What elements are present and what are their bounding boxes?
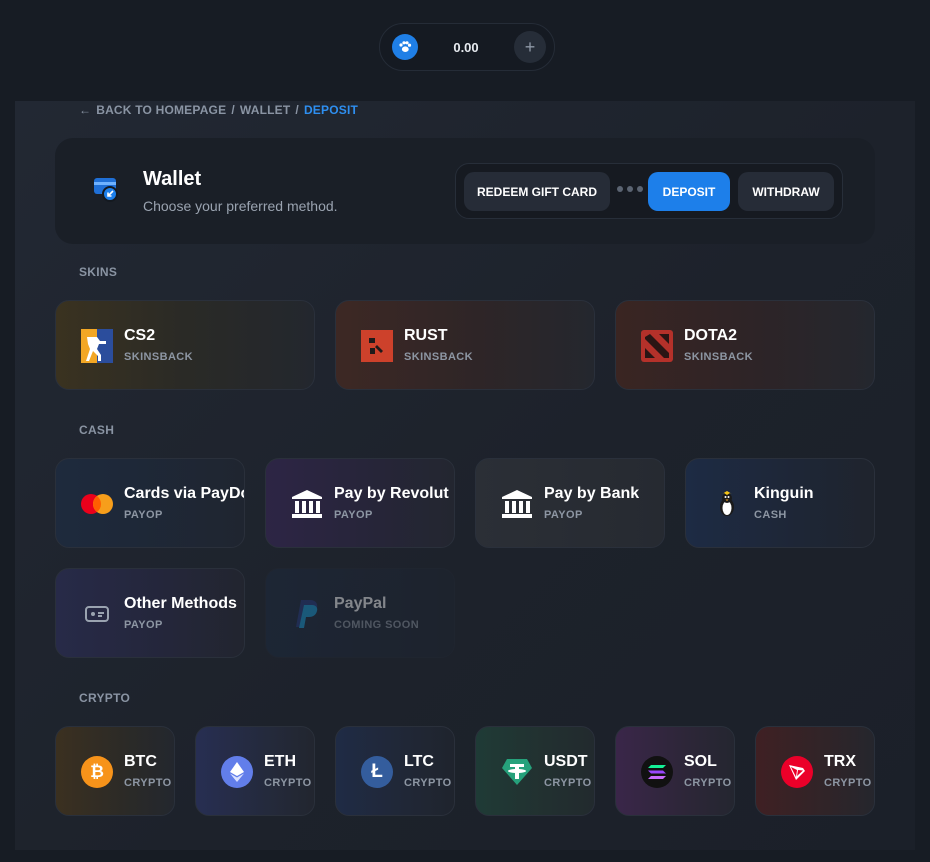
method-card-cs2[interactable]: CS2 SKINSBACK (55, 300, 315, 390)
wallet-subtitle: Choose your preferred method. (143, 198, 338, 214)
method-card-pay-by-revolut[interactable]: Pay by Revolut PAYOP (265, 458, 455, 548)
method-name: DOTA2 (684, 327, 738, 344)
litecoin-icon: Ł (360, 755, 394, 789)
bank-icon (500, 487, 534, 521)
breadcrumb: ← BACK TO HOMEPAGE / WALLET / DEPOSIT (79, 103, 358, 117)
method-card-usdt[interactable]: USDT CRYPTO (475, 726, 595, 816)
method-provider: PAYOP (124, 619, 163, 631)
breadcrumb-current: DEPOSIT (303, 103, 359, 117)
method-card-btc[interactable]: ₿ BTC CRYPTO (55, 726, 175, 816)
bitcoin-icon: ₿ (80, 755, 114, 789)
method-provider: CRYPTO (404, 777, 452, 789)
method-name: ETH (264, 753, 296, 770)
method-provider: CRYPTO (684, 777, 732, 789)
method-provider: CRYPTO (124, 777, 172, 789)
method-provider: SKINSBACK (684, 351, 753, 363)
card-terminal-icon (80, 597, 114, 631)
method-card-pay-by-bank[interactable]: Pay by Bank PAYOP (475, 458, 665, 548)
tab-withdraw[interactable]: WITHDRAW (738, 172, 834, 211)
method-name: SOL (684, 753, 717, 770)
wallet-icon (86, 172, 126, 208)
method-name: Other Methods (124, 595, 237, 612)
bank-icon (290, 487, 324, 521)
balance-pill: 0.00 + (379, 23, 555, 71)
method-card-sol[interactable]: SOL CRYPTO (615, 726, 735, 816)
balance-amount: 0.00 (453, 39, 479, 55)
method-card-ltc[interactable]: Ł LTC CRYPTO (335, 726, 455, 816)
method-card-rust[interactable]: RUST SKINSBACK (335, 300, 595, 390)
breadcrumb-separator: / (295, 103, 299, 117)
section-label-skins: SKINS (79, 265, 118, 279)
cs2-logo-icon (80, 329, 114, 363)
method-name: Kinguin (754, 485, 814, 502)
kinguin-penguin-icon (710, 487, 744, 521)
method-provider: CRYPTO (544, 777, 592, 789)
section-label-crypto: CRYPTO (79, 691, 131, 705)
more-dots-icon (617, 186, 643, 192)
method-card-trx[interactable]: TRX CRYPTO (755, 726, 875, 816)
method-name: Pay by Revolut (334, 485, 449, 502)
method-name: Cards via PayDo (124, 485, 245, 502)
wallet-title: Wallet (143, 168, 202, 190)
ethereum-icon (220, 755, 254, 789)
method-provider: SKINSBACK (404, 351, 473, 363)
method-name: BTC (124, 753, 157, 770)
tether-icon (500, 755, 534, 789)
method-name: USDT (544, 753, 588, 770)
method-provider: SKINSBACK (124, 351, 193, 363)
method-provider: CRYPTO (824, 777, 872, 789)
tab-redeem-gift-card[interactable]: REDEEM GIFT CARD (464, 172, 610, 211)
method-provider: PAYOP (124, 509, 163, 521)
method-provider: PAYOP (544, 509, 583, 521)
section-label-cash: CASH (79, 423, 115, 437)
dota2-logo-icon (640, 329, 674, 363)
method-name: CS2 (124, 327, 156, 344)
method-card-other-methods[interactable]: Other Methods PAYOP (55, 568, 245, 658)
method-provider: PAYOP (334, 509, 373, 521)
method-name: LTC (404, 753, 434, 770)
tron-icon (780, 755, 814, 789)
method-provider: COMING SOON (334, 619, 420, 631)
method-name: TRX (824, 753, 856, 770)
method-name: PayPal (334, 595, 387, 612)
breadcrumb-wallet-link[interactable]: WALLET (240, 103, 291, 117)
breadcrumb-separator: / (231, 103, 235, 117)
method-name: RUST (404, 327, 448, 344)
breadcrumb-back-link[interactable]: BACK TO HOMEPAGE (96, 103, 226, 117)
method-provider: CRYPTO (264, 777, 312, 789)
method-card-eth[interactable]: ETH CRYPTO (195, 726, 315, 816)
method-name: Pay by Bank (544, 485, 640, 502)
arrow-left-icon: ← (79, 103, 92, 117)
method-card-cards-via-paydo[interactable]: Cards via PayDo PAYOP (55, 458, 245, 548)
solana-icon (640, 755, 674, 789)
paw-coin-icon (392, 34, 418, 60)
rust-logo-icon (360, 329, 394, 363)
method-provider: CASH (754, 509, 787, 521)
tab-deposit[interactable]: DEPOSIT (648, 172, 730, 211)
method-card-paypal: PayPal COMING SOON (265, 568, 455, 658)
add-funds-button[interactable]: + (514, 31, 546, 63)
paypal-icon (290, 597, 324, 631)
mastercard-icon (80, 487, 114, 521)
method-card-dota2[interactable]: DOTA2 SKINSBACK (615, 300, 875, 390)
method-card-kinguin[interactable]: Kinguin CASH (685, 458, 875, 548)
